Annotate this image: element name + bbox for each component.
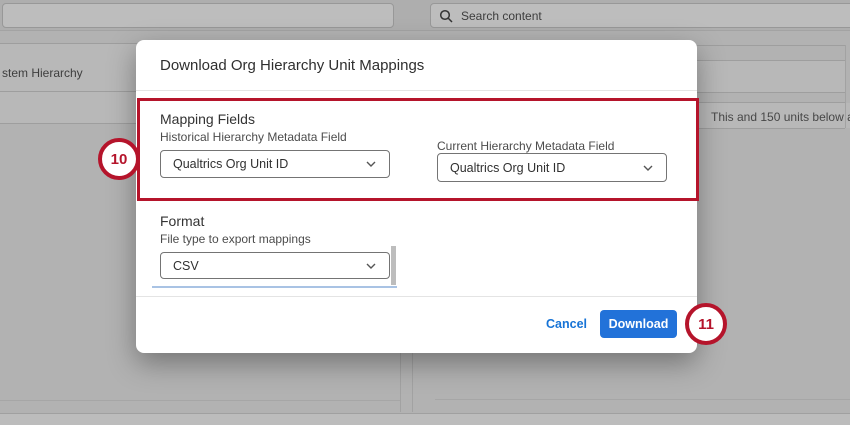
format-heading: Format xyxy=(160,213,204,229)
chevron-down-icon xyxy=(365,262,377,270)
file-type-value: CSV xyxy=(173,259,199,273)
current-field-dropdown[interactable]: Qualtrics Org Unit ID xyxy=(437,153,667,182)
historical-field-label: Historical Hierarchy Metadata Field xyxy=(160,130,347,144)
historical-field-dropdown[interactable]: Qualtrics Org Unit ID xyxy=(160,150,390,178)
dialog-header: Download Org Hierarchy Unit Mappings xyxy=(136,40,697,91)
current-field-label: Current Hierarchy Metadata Field xyxy=(437,139,614,153)
download-button[interactable]: Download xyxy=(600,310,677,338)
current-field-value: Qualtrics Org Unit ID xyxy=(450,161,565,175)
panel-border xyxy=(845,45,846,128)
card-edge xyxy=(435,399,850,400)
search-icon xyxy=(439,9,453,23)
background-artifact xyxy=(391,246,396,285)
historical-field-value: Qualtrics Org Unit ID xyxy=(173,157,288,171)
search-input[interactable]: Search content xyxy=(430,3,850,28)
focus-underline xyxy=(152,286,397,288)
file-type-dropdown[interactable]: CSV xyxy=(160,252,390,279)
dialog-title: Download Org Hierarchy Unit Mappings xyxy=(160,57,424,74)
download-mappings-dialog: Download Org Hierarchy Unit Mappings Map… xyxy=(136,40,697,353)
screen: Search content stem Hierarchy This and 1… xyxy=(0,0,850,425)
hierarchy-row-label: stem Hierarchy xyxy=(2,66,83,80)
footer-divider xyxy=(136,296,697,297)
page-bottom-strip xyxy=(0,413,850,425)
chevron-down-icon xyxy=(642,164,654,172)
unit-count-label: This and 150 units below ar xyxy=(711,110,850,124)
card-edge xyxy=(0,400,400,401)
mapping-fields-heading: Mapping Fields xyxy=(160,111,255,127)
search-placeholder: Search content xyxy=(461,9,542,23)
step-10-badge: 10 xyxy=(98,138,140,180)
topbar-field[interactable] xyxy=(2,3,394,28)
cancel-button[interactable]: Cancel xyxy=(546,317,587,331)
file-type-label: File type to export mappings xyxy=(160,232,311,246)
step-11-badge: 11 xyxy=(685,303,727,345)
chevron-down-icon xyxy=(365,160,377,168)
